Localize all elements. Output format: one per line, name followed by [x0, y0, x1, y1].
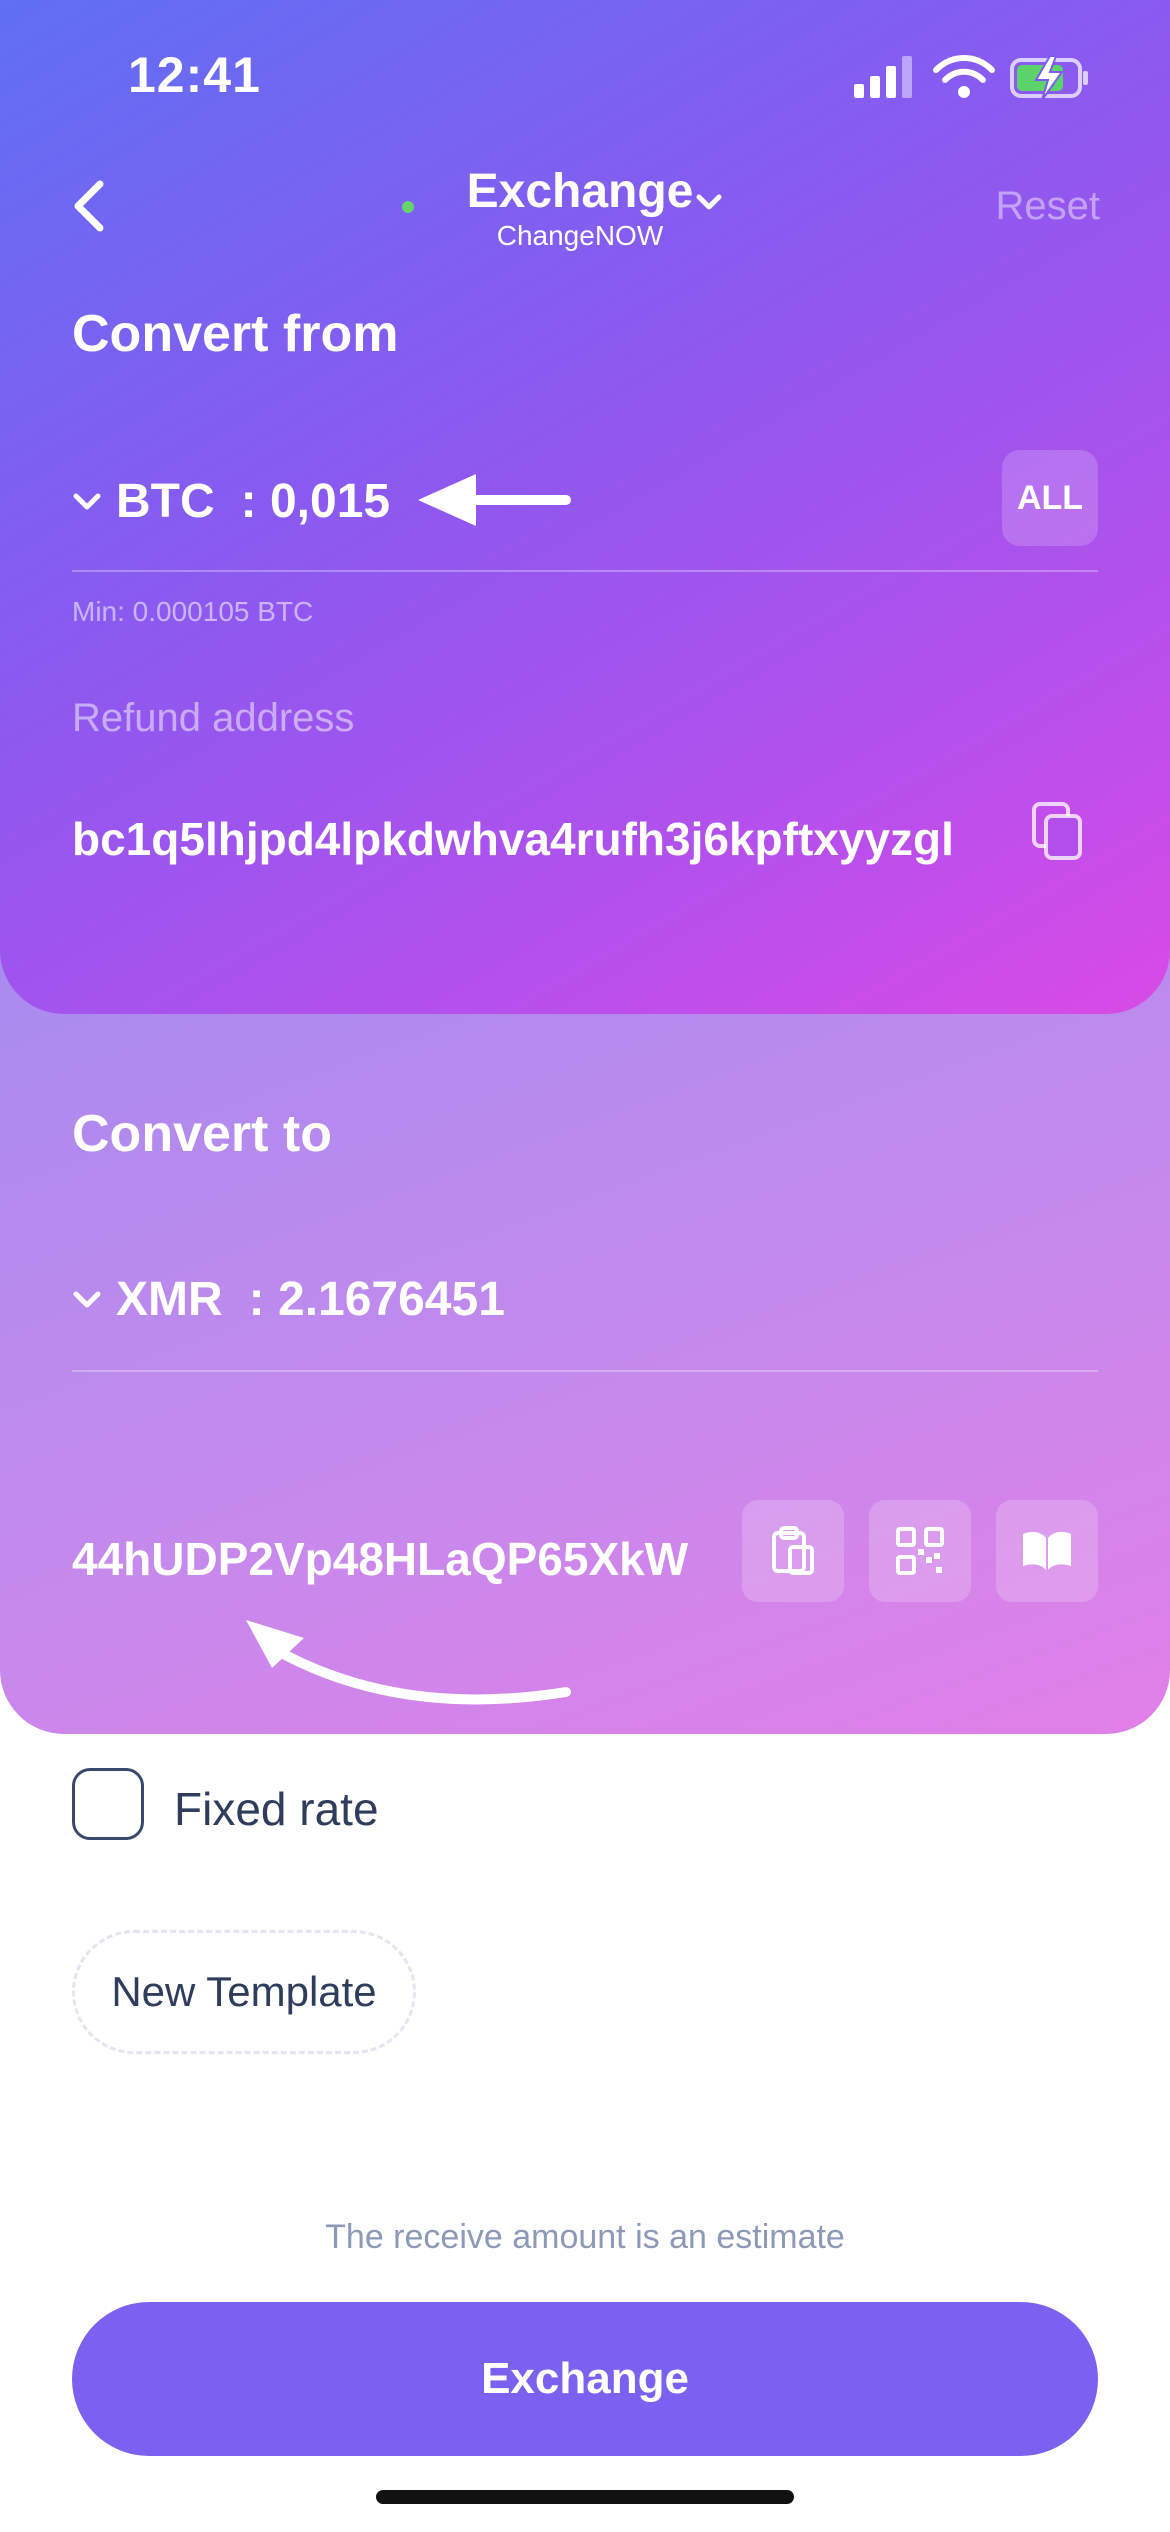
clipboard-icon: [772, 1526, 814, 1575]
wifi-icon: [933, 55, 995, 98]
copy-icon[interactable]: [1030, 800, 1084, 862]
convert-from-title: Convert from: [72, 305, 399, 363]
from-coin-code: BTC: [116, 475, 215, 528]
from-amount-input[interactable]: : 0,015: [241, 474, 390, 529]
convert-from-card: 12:41 Exchange ChangeNOW Reset Convert f…: [0, 0, 1170, 1014]
to-coin-code: XMR: [116, 1273, 223, 1326]
book-icon: [1023, 1531, 1071, 1570]
reset-button[interactable]: Reset: [980, 184, 1101, 229]
convert-to-title: Convert to: [72, 1105, 332, 1163]
arrow-annotation-to-address: [246, 1620, 571, 1705]
chevron-down-icon[interactable]: [694, 190, 724, 214]
refund-address-label: Refund address: [72, 696, 355, 740]
online-status-dot: [402, 201, 414, 213]
to-amount: : 2.1676451: [248, 1273, 505, 1326]
status-icons: [854, 55, 1088, 101]
signal-icon: [854, 56, 912, 98]
chevron-down-icon: [73, 1291, 101, 1307]
page-title[interactable]: Exchange: [420, 164, 740, 219]
back-button[interactable]: [66, 176, 118, 236]
refund-address-field[interactable]: bc1q5lhjpd4lpkdwhva4rufh3j6kpftxyyzglr: [72, 812, 956, 866]
chevron-down-icon: [73, 493, 101, 509]
scan-qr-button[interactable]: [869, 1500, 971, 1602]
address-book-button[interactable]: [996, 1500, 1098, 1602]
new-template-button[interactable]: New Template: [72, 1930, 416, 2054]
fixed-rate-checkbox[interactable]: [72, 1768, 144, 1840]
home-indicator: [376, 2490, 794, 2504]
estimate-note: The receive amount is an estimate: [325, 2218, 845, 2256]
battery-charging-icon: [1010, 55, 1088, 101]
exchange-provider: ChangeNOW: [496, 220, 664, 251]
to-coin-selector[interactable]: XMR : 2.1676451: [72, 1272, 505, 1327]
paste-button[interactable]: [742, 1500, 844, 1602]
arrow-annotation-to-amount: [418, 474, 571, 526]
exchange-button[interactable]: Exchange: [72, 2302, 1098, 2456]
minimum-amount: Min: 0.000105 BTC: [72, 596, 314, 627]
to-divider: [72, 1370, 1098, 1372]
fixed-rate-label[interactable]: Fixed rate: [174, 1782, 379, 1836]
from-coin-selector[interactable]: BTC : 0,015: [72, 474, 390, 529]
all-amount-button[interactable]: ALL: [1002, 450, 1098, 546]
status-time: 12:41: [128, 47, 261, 103]
from-divider: [72, 570, 1098, 572]
recipient-address-field[interactable]: 44hUDP2Vp48HLaQP65XkW: [72, 1532, 702, 1586]
qr-code-icon: [896, 1527, 944, 1575]
